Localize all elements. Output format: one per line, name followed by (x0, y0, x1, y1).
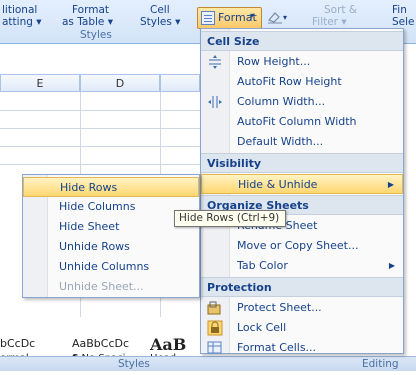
clear-icon[interactable] (266, 9, 284, 25)
row-height-label: Row Height... (237, 55, 311, 68)
column-header-d[interactable]: D (80, 74, 160, 92)
unhide-columns-item[interactable]: Unhide Columns (23, 257, 199, 277)
unhide-sheet-label: Unhide Sheet... (59, 280, 144, 293)
hide-columns-label: Hide Columns (59, 200, 136, 213)
protect-sheet-item[interactable]: Protect Sheet... (201, 298, 403, 318)
column-header-next[interactable] (160, 74, 200, 92)
column-width-label: Column Width... (237, 95, 326, 108)
format-cells-label: Format Cells... (237, 341, 317, 354)
autofit-row-height-label: AutoFit Row Height (237, 75, 342, 88)
unhide-sheet-item: Unhide Sheet... (23, 277, 199, 297)
hide-unhide-label: Hide & Unhide (238, 178, 318, 191)
autofit-column-width-label: AutoFit Column Width (237, 115, 357, 128)
hide-unhide-item[interactable]: Hide & Unhide ▶ (201, 174, 403, 194)
cell-size-header: Cell Size (201, 31, 403, 51)
conditional-formatting-label[interactable]: litional atting ▾ (2, 4, 42, 28)
tab-color-label: Tab Color (237, 259, 288, 272)
sort-filter-line2: Filter ▾ (312, 16, 347, 28)
protect-sheet-icon (207, 300, 223, 316)
hide-unhide-submenu: Hide Rows Hide Columns Hide Sheet Unhide… (22, 174, 200, 298)
styles-strip-label: Styles (118, 358, 150, 370)
sort-filter-line1: Sort & (324, 4, 358, 16)
format-button[interactable]: Format ▾ (197, 7, 262, 29)
format-as-table-button[interactable]: Format as Table ▾ (62, 4, 113, 28)
style-normal-preview: bCcDc (0, 337, 36, 350)
cell-styles-line2: Styles ▾ (140, 16, 181, 28)
default-width-item[interactable]: Default Width... (201, 132, 403, 152)
column-width-icon (207, 94, 223, 110)
row-height-item[interactable]: Row Height... (201, 52, 403, 72)
default-width-label: Default Width... (237, 135, 324, 148)
hide-rows-label: Hide Rows (60, 181, 118, 194)
style-heading-preview: AaB (150, 335, 187, 354)
format-cells-item[interactable]: Format Cells... (201, 338, 403, 358)
tooltip: Hide Rows (Ctrl+9) (174, 210, 286, 227)
conditional-line2: atting ▾ (2, 16, 42, 28)
cell-styles-line1: Cell (150, 4, 170, 16)
unhide-rows-label: Unhide Rows (59, 240, 130, 253)
tab-color-item[interactable]: Tab Color ▶ (201, 256, 403, 276)
column-header-e[interactable]: E (0, 74, 80, 92)
find-select-line1: Fin (392, 4, 407, 16)
format-menu: Cell Size Row Height... AutoFit Row Heig… (200, 28, 404, 354)
chevron-down-icon: ▾ (250, 11, 255, 20)
styles-group-label: Styles (80, 29, 112, 41)
ribbon-group-strip: Styles Editing (0, 356, 416, 371)
visibility-header: Visibility (201, 153, 403, 173)
grid-divider (0, 128, 200, 129)
protect-sheet-label: Protect Sheet... (237, 301, 322, 314)
format-as-table-line2: as Table ▾ (62, 16, 114, 28)
autofit-column-width-item[interactable]: AutoFit Column Width (201, 112, 403, 132)
move-copy-sheet-item[interactable]: Move or Copy Sheet... (201, 236, 403, 256)
grid-divider (0, 110, 200, 111)
format-cells-icon (207, 340, 223, 356)
lock-cell-item[interactable]: Lock Cell (201, 318, 403, 338)
conditional-line1: litional (2, 4, 38, 16)
hide-sheet-item[interactable]: Hide Sheet (23, 217, 199, 237)
move-copy-sheet-label: Move or Copy Sheet... (237, 239, 359, 252)
hide-rows-item[interactable]: Hide Rows (23, 177, 199, 197)
column-width-item[interactable]: Column Width... (201, 92, 403, 112)
submenu-arrow-icon: ▶ (388, 261, 395, 270)
sort-filter-button[interactable]: Sort & Filter ▾ (312, 4, 357, 28)
unhide-rows-item[interactable]: Unhide Rows (23, 237, 199, 257)
style-no-spacing-preview: AaBbCcDc (72, 337, 130, 350)
grid-divider (0, 164, 200, 165)
clear-dropdown-icon[interactable]: ▾ (283, 12, 287, 24)
lock-cell-label: Lock Cell (237, 321, 287, 334)
cell-styles-button[interactable]: Cell Styles ▾ (140, 4, 180, 28)
hide-columns-item[interactable]: Hide Columns (23, 197, 199, 217)
lock-icon (207, 320, 223, 336)
grid-divider (0, 146, 200, 147)
format-icon (201, 11, 215, 25)
unhide-columns-label: Unhide Columns (59, 260, 150, 273)
format-as-table-line1: Format (72, 4, 110, 16)
row-height-icon (207, 54, 223, 70)
protection-header: Protection (201, 277, 403, 297)
hide-sheet-label: Hide Sheet (59, 220, 120, 233)
autofit-row-height-item[interactable]: AutoFit Row Height (201, 72, 403, 92)
find-select-button[interactable]: Fin Sele (392, 4, 415, 28)
find-select-line2: Sele (392, 16, 415, 28)
editing-strip-label: Editing (362, 358, 399, 370)
submenu-arrow-icon: ▶ (387, 180, 394, 189)
